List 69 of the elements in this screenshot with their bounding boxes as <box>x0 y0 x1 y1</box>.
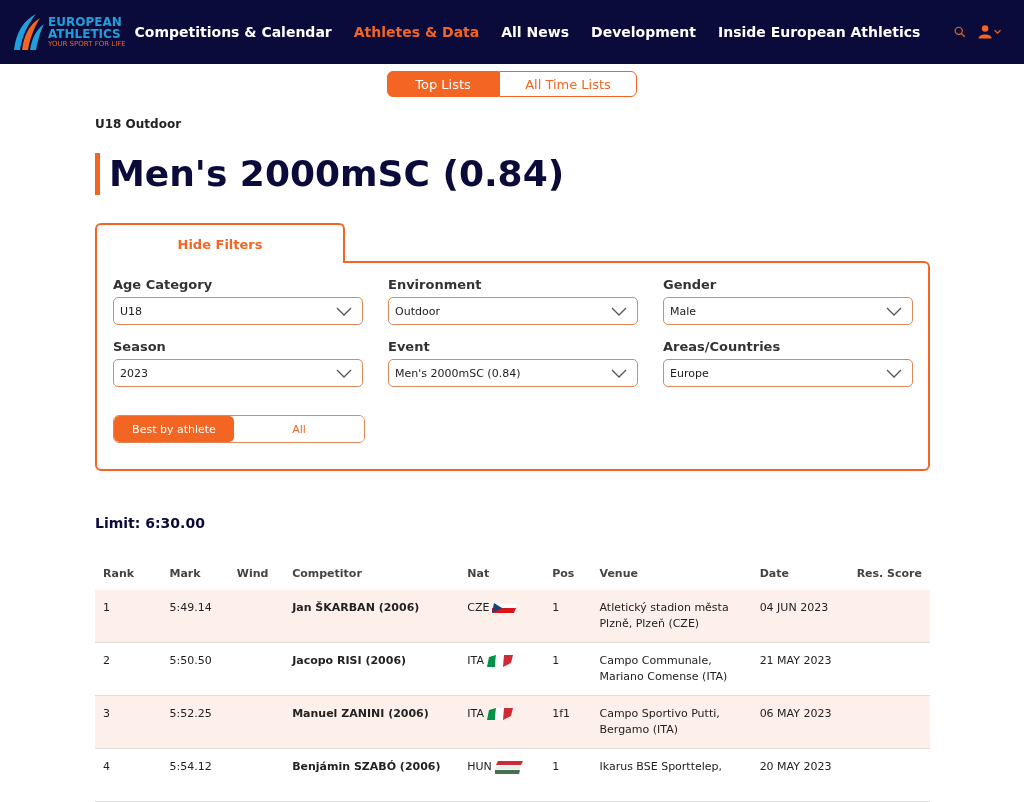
chevron-down-icon <box>336 368 352 378</box>
flag-icon <box>494 760 523 774</box>
chevron-down-icon <box>611 368 627 378</box>
rank-cell: 3 <box>95 695 162 749</box>
venue-cell: Campo Communale, Mariano Comense (ITA) <box>591 642 752 696</box>
nat-code: CZE <box>467 600 490 616</box>
filter-label: Environment <box>388 277 483 292</box>
filter-label: Areas/Countries <box>663 339 782 354</box>
column-header: Competitor <box>284 557 460 590</box>
dropdown-field[interactable]: Men's 2000mSC (0.84) <box>388 359 638 387</box>
chevron-down-icon <box>886 368 902 378</box>
column-header: Wind <box>228 557 285 590</box>
competitor-link[interactable]: Jacopo RISI (2006) <box>284 642 460 696</box>
rank-cell: 4 <box>95 748 162 802</box>
flag-icon <box>492 603 519 613</box>
nav-link[interactable]: Athletes & Data <box>353 24 480 40</box>
logo-text: ATHLETICS <box>48 28 122 40</box>
mark-cell: 5:50.50 <box>161 642 229 696</box>
position-cell: 1 <box>544 590 592 643</box>
column-header: Pos <box>544 557 592 590</box>
competitor-link[interactable]: Jan ŠKARBAN (2006) <box>284 590 460 643</box>
filter-label: Age Category <box>113 277 214 292</box>
date-cell: 04 JUN 2023 <box>751 590 849 643</box>
dropdown-field[interactable]: U18 <box>113 297 363 325</box>
competitor-link[interactable]: Benjámin SZABÓ (2006) <box>284 748 460 802</box>
chevron-down-icon <box>336 306 352 316</box>
venue-cell: Atletický stadion města Plzně, Plzeň (CZE) <box>591 590 752 643</box>
flag-icon <box>486 655 513 667</box>
breadcrumb: U18 Outdoor <box>95 117 183 131</box>
logo-text: EUROPEAN <box>48 16 123 28</box>
nat-code: ITA <box>467 653 484 669</box>
competitor-link[interactable]: Manuel ZANINI (2006) <box>284 695 460 749</box>
nat-code: HUN <box>467 759 492 775</box>
nat-code: ITA <box>467 706 484 722</box>
rank-cell: 1 <box>95 590 162 643</box>
dropdown-field[interactable]: Outdoor <box>388 297 638 325</box>
column-header: Rank <box>95 557 162 590</box>
dropdown-field[interactable]: Europe <box>663 359 913 387</box>
column-header: Date <box>751 557 849 590</box>
venue-cell: Ikarus BSE Sporttelep, <box>591 748 752 802</box>
venue-cell: Campo Sportivo Putti, Bergamo (ITA) <box>591 695 752 749</box>
dropdown-field[interactable]: 2023 <box>113 359 363 387</box>
date-cell: 21 MAY 2023 <box>751 642 849 696</box>
mark-cell: 5:52.25 <box>161 695 229 749</box>
position-cell: 1 <box>544 642 592 696</box>
limit-text: Limit: 6:30.00 <box>95 515 206 531</box>
nav-link[interactable]: Inside European Athletics <box>717 24 921 40</box>
rank-cell: 2 <box>95 642 162 696</box>
flag-icon <box>486 708 513 720</box>
nav-link[interactable]: Development <box>591 24 696 40</box>
filter-label: Event <box>388 339 431 354</box>
position-cell: 1f1 <box>544 695 592 749</box>
date-cell: 06 MAY 2023 <box>751 695 849 749</box>
nav-link[interactable]: All News <box>501 24 570 40</box>
column-header: Nat <box>459 557 545 590</box>
nav-link[interactable]: Competitions & Calendar <box>134 24 332 40</box>
column-header: Venue <box>591 557 752 590</box>
page-title: Men's 2000mSC (0.84) <box>95 153 930 195</box>
filter-label: Season <box>113 339 167 354</box>
chevron-down-icon <box>886 306 902 316</box>
dropdown-field[interactable]: Male <box>663 297 913 325</box>
column-header: Mark <box>161 557 229 590</box>
mark-cell: 5:54.12 <box>161 748 229 802</box>
filter-label: Gender <box>663 277 718 292</box>
position-cell: 1 <box>544 748 592 802</box>
mark-cell: 5:49.14 <box>161 590 229 643</box>
column-header: Res. Score <box>848 557 930 590</box>
chevron-down-icon <box>611 306 627 316</box>
date-cell: 20 MAY 2023 <box>751 748 849 802</box>
